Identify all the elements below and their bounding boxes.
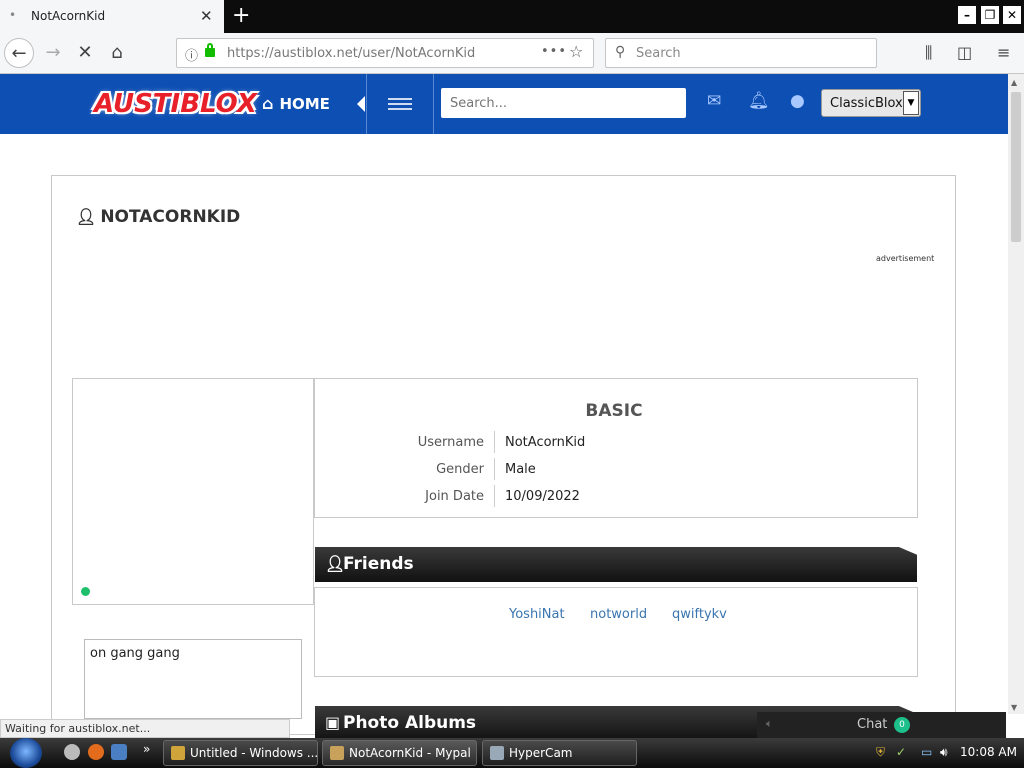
online-status-indicator [81,587,90,596]
taskbar-task[interactable]: NotAcornKid - Mypal [322,740,477,766]
search-icon: ⚲ [615,44,626,60]
chat-label: Chat [857,717,888,732]
browser-tab[interactable]: • NotAcornKid ✕ [0,0,224,33]
start-button[interactable] [10,738,42,768]
taskbar-task-label: HyperCam [509,746,573,760]
close-tab-icon[interactable]: ✕ [200,7,213,25]
scroll-down-icon[interactable]: ▼ [1011,703,1017,712]
gender-label: Gender [436,462,484,477]
url-text[interactable]: https://austiblox.net/user/NotAcornKid [227,46,475,61]
app-icon [330,746,344,760]
home-label: HOME [279,95,330,113]
hamburger-menu-button[interactable] [366,74,434,134]
stop-loading-button[interactable]: ✕ [70,38,100,68]
tab-bar: • NotAcornKid ✕ + – ❐ ✕ [0,0,1024,33]
divider [494,431,495,453]
loading-dot-icon: • [9,8,17,22]
friend-link[interactable]: YoshiNat [509,607,565,622]
app-icon [490,746,504,760]
friends-header: 👤︎ Friends [315,547,917,582]
profile-heading: 👤︎ NOTACORNKID [76,207,240,227]
firefox-quicklaunch-icon[interactable] [88,744,104,760]
library-icon[interactable]: ⫼ [925,43,932,63]
avatar [72,378,314,605]
taskbar-task[interactable]: Untitled - Windows ... [163,740,318,766]
user-icon: 👤︎ [76,207,97,226]
join-date-label: Join Date [425,489,484,504]
security-check-icon[interactable]: ✓ [896,745,906,759]
home-link[interactable]: ⌂ HOME [262,94,330,113]
taskbar-task[interactable]: HyperCam [482,740,637,766]
browser-search-placeholder: Search [636,46,681,61]
site-logo[interactable]: AUSTIBLOX [94,84,257,124]
advertisement-label: advertisement [876,254,935,263]
join-date-value: 10/09/2022 [505,489,580,504]
star-icon[interactable]: ☆ [569,42,583,61]
divider [494,458,495,480]
chevron-down-icon[interactable]: ▼ [903,91,919,115]
menu-icon[interactable]: ≡ [997,43,1010,62]
desktop-quicklaunch-icon[interactable] [111,744,127,760]
site-header: AUSTIBLOX ⌂ HOME ✉ 🔔︎ ● ClassicBlox ▼ [0,74,1008,134]
profile-username: NOTACORNKID [100,207,241,227]
more-quicklaunch-icon[interactable]: » [143,742,150,756]
close-window-icon[interactable]: ✕ [1003,6,1021,24]
status-message: on gang gang [90,646,180,661]
scrollbar-thumb[interactable] [1011,92,1021,242]
home-button[interactable]: ⌂ [102,38,132,68]
restore-icon[interactable]: ❐ [981,6,999,24]
page-scrollbar[interactable]: ▲ ▼ [1008,74,1024,714]
site-search-input[interactable] [441,88,686,118]
home-icon: ⌂ [262,94,274,113]
envelope-icon[interactable]: ✉ [707,91,721,111]
browser-status-text: Waiting for austiblox.net... [0,719,290,738]
gender-value: Male [505,462,536,477]
scroll-up-icon[interactable]: ▲ [1011,78,1017,87]
network-icon[interactable]: ▭ [921,745,932,759]
status-message-box: on gang gang [84,639,302,719]
tab-title: NotAcornKid [31,9,106,23]
friends-panel [314,587,918,677]
volume-icon[interactable]: 🔊︎ [940,745,948,760]
theme-select-value: ClassicBlox [830,96,903,111]
theme-select[interactable]: ClassicBlox ▼ [821,89,921,117]
friend-link[interactable]: qwiftykv [672,607,727,622]
chat-bar[interactable]: 🔈︎ Chat 0 [757,712,1006,738]
friends-title: Friends [343,554,414,574]
taskbar-clock: 10:08 AM [960,745,1017,759]
info-icon[interactable]: ⓘ [185,45,198,64]
navigation-toolbar: ← → ✕ ⌂ ⓘ https://austiblox.net/user/Not… [0,33,1024,74]
photo-albums-title: Photo Albums [343,713,477,733]
basic-info-title: BASIC [585,401,643,421]
windows-taskbar: » Untitled - Windows ... NotAcornKid - M… [0,738,1024,768]
back-button[interactable]: ← [4,38,34,68]
friend-link[interactable]: notworld [590,607,647,622]
menu-arrow-icon [357,96,365,112]
user-icon[interactable]: ● [790,91,805,111]
taskbar-task-label: NotAcornKid - Mypal [349,746,471,760]
shield-icon[interactable]: ⛨ [876,745,885,760]
image-icon: ▣ [325,713,341,732]
forward-button[interactable]: → [38,38,68,68]
app-icon [171,746,185,760]
divider [494,485,495,507]
username-value: NotAcornKid [505,435,586,450]
chat-count-badge: 0 [894,717,910,733]
browser-quicklaunch-icon[interactable] [64,744,80,760]
browser-search-input[interactable]: ⚲ Search [605,38,877,68]
speaker-icon[interactable]: 🔈︎ [766,717,773,731]
lock-icon[interactable] [205,43,215,57]
bell-icon[interactable]: 🔔︎ [748,91,770,111]
new-tab-icon[interactable]: + [232,3,250,28]
taskbar-task-label: Untitled - Windows ... [190,746,318,760]
page-actions-icon[interactable]: ••• [541,44,567,59]
minimize-icon[interactable]: – [958,6,976,24]
url-bar[interactable]: ⓘ https://austiblox.net/user/NotAcornKid… [176,38,594,68]
username-label: Username [417,435,484,450]
sidebar-icon[interactable]: ◫ [957,43,972,62]
